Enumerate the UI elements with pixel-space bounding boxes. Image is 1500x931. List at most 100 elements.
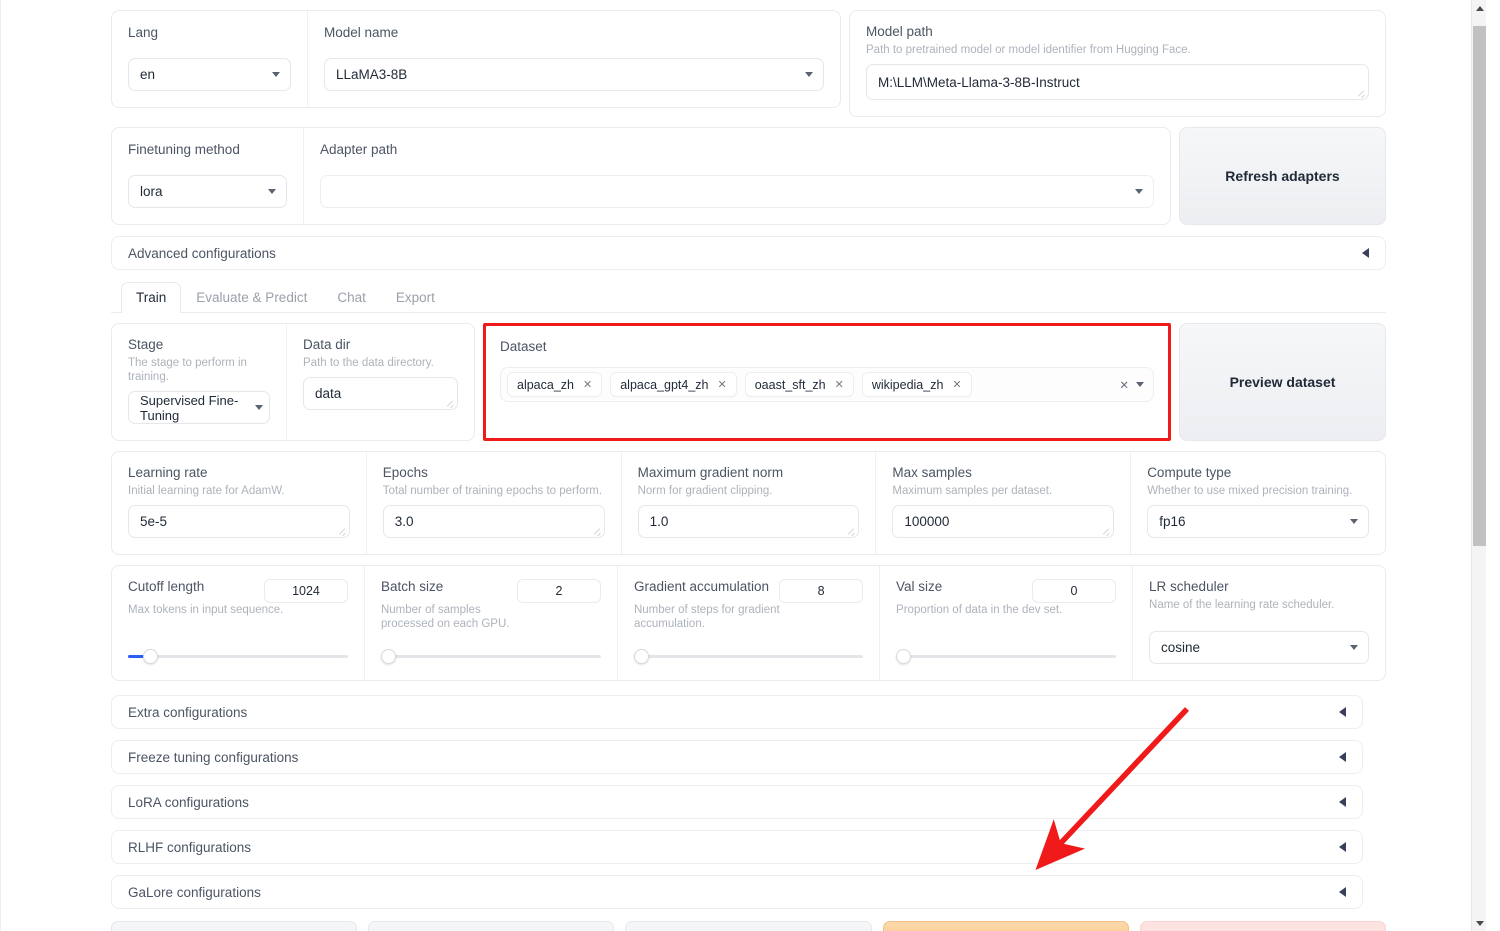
chevron-left-icon [1339,887,1346,897]
remove-tag-icon[interactable]: ✕ [718,378,727,391]
model-row: Lang en Model name LLaMA3-8B Model path … [111,10,1386,117]
model-path-hint: Path to pretrained model or model identi… [866,44,1191,56]
galore-configurations-accordion[interactable]: GaLore configurations [111,875,1363,909]
val-size-hint: Proportion of data in the dev set. [896,604,1063,616]
clear-all-icon[interactable]: ✕ [1119,378,1129,392]
resize-grip-icon[interactable] [337,526,346,535]
max-samples-value: 100000 [904,514,950,529]
dataset-tag[interactable]: oaast_sft_zh ✕ [744,372,854,397]
resize-grip-icon[interactable] [1356,88,1365,97]
lora-configurations-label: LoRA configurations [128,794,249,810]
gradient-accumulation-slider[interactable] [633,648,864,664]
model-path-label: Model path [866,24,933,39]
dataset-tag-label: oaast_sft_zh [754,377,826,392]
resize-grip-icon[interactable] [592,526,601,535]
slider-thumb[interactable] [633,649,649,664]
stage-hint: The stage to perform in training. [128,357,247,383]
slider-thumb[interactable] [380,649,396,664]
tab-chat[interactable]: Chat [322,282,381,313]
max-samples-cell: Max samples Maximum samples per dataset.… [876,452,1132,554]
resize-grip-icon[interactable] [1101,526,1110,535]
lang-select[interactable]: en [128,58,291,91]
epochs-hint: Total number of training epochs to perfo… [382,485,603,497]
extra-configurations-accordion[interactable]: Extra configurations [111,695,1363,729]
val-size-slider[interactable] [896,648,1117,664]
dataset-tag[interactable]: alpaca_gpt4_zh ✕ [610,372,737,397]
epochs-input[interactable]: 3.0 [382,505,605,538]
dataset-tag-label: alpaca_gpt4_zh [620,377,709,392]
model-name-select[interactable]: LLaMA3-8B [324,58,824,91]
learning-rate-cell: Learning rate Initial learning rate for … [112,452,367,554]
start-button[interactable]: Start [882,921,1129,931]
compute-type-select[interactable]: fp16 [1147,505,1369,538]
rlhf-configurations-accordion[interactable]: RLHF configurations [111,830,1363,864]
preview-command-button[interactable]: Preview command [111,921,358,931]
max-samples-label: Max samples [892,465,972,480]
dataset-highlight-box: Dataset alpaca_zh ✕ alpaca_gpt4_zh ✕ oaa… [483,323,1171,441]
resize-grip-icon[interactable] [846,526,855,535]
batch-size-number-input[interactable]: 2 [516,579,601,603]
galore-configurations-label: GaLore configurations [128,884,261,900]
batch-size-hint: Number of samples processed on each GPU. [380,604,510,630]
finetuning-method-value: lora [140,184,163,199]
cutoff-length-number-input[interactable]: 1024 [263,579,348,603]
preview-dataset-button[interactable]: Preview dataset [1179,323,1386,441]
batch-size-label: Batch size [380,579,444,594]
freeze-tuning-configurations-accordion[interactable]: Freeze tuning configurations [111,740,1363,774]
cutoff-length-slider[interactable] [128,648,348,664]
remove-tag-icon[interactable]: ✕ [952,378,961,391]
model-path-value: M:\LLM\Meta-Llama-3-8B-Instruct [878,74,1080,90]
finetuning-method-select[interactable]: lora [128,175,287,208]
resize-grip-icon[interactable] [445,398,454,407]
tab-evaluate-predict[interactable]: Evaluate & Predict [181,282,322,313]
load-arguments-button[interactable]: Load arguments [625,921,872,931]
cutoff-length-hint: Max tokens in input sequence. [128,604,284,616]
tab-export[interactable]: Export [381,282,450,313]
lr-scheduler-select[interactable]: cosine [1149,631,1370,664]
stage-select[interactable]: Supervised Fine-Tuning [128,391,270,424]
val-size-number-input[interactable]: 0 [1032,579,1117,603]
tab-train[interactable]: Train [121,282,182,313]
vertical-scrollbar[interactable] [1471,0,1486,931]
learning-rate-input[interactable]: 5e-5 [128,505,350,538]
slider-thumb[interactable] [143,649,159,664]
gradient-accumulation-hint: Number of steps for gradient accumulatio… [633,604,780,630]
max-samples-input[interactable]: 100000 [892,505,1115,538]
stage-cell: Stage The stage to perform in training. … [112,324,287,440]
val-size-label: Val size [896,579,943,594]
chevron-down-icon[interactable] [1136,382,1144,387]
advanced-configurations-accordion[interactable]: Advanced configurations [111,236,1386,270]
data-dir-hint: Path to the data directory. [303,357,434,369]
adapter-path-label: Adapter path [320,142,398,157]
dataset-tag[interactable]: wikipedia_zh ✕ [861,372,972,397]
learning-rate-hint: Initial learning rate for AdamW. [128,485,285,497]
max-grad-norm-input[interactable]: 1.0 [637,505,860,538]
remove-tag-icon[interactable]: ✕ [583,378,592,391]
scroll-up-arrow-icon[interactable] [1472,0,1486,16]
data-dir-input[interactable]: data [303,377,458,410]
dataset-label: Dataset [500,339,547,354]
remove-tag-icon[interactable]: ✕ [835,378,844,391]
scroll-down-arrow-icon[interactable] [1472,915,1486,931]
adapter-path-select[interactable] [320,175,1154,208]
model-name-cell: Model name LLaMA3-8B [308,11,840,107]
scrollbar-thumb[interactable] [1473,26,1486,546]
gradient-accumulation-number-input[interactable]: 8 [779,579,864,603]
dataset-tag[interactable]: alpaca_zh ✕ [507,372,603,397]
slider-thumb[interactable] [896,649,912,664]
data-dir-value: data [315,386,342,401]
dataset-tag-field[interactable]: alpaca_zh ✕ alpaca_gpt4_zh ✕ oaast_sft_z… [500,367,1154,402]
batch-size-slider[interactable] [380,648,601,664]
slider-track [128,655,348,658]
lora-configurations-accordion[interactable]: LoRA configurations [111,785,1363,819]
refresh-adapters-button[interactable]: Refresh adapters [1179,127,1386,225]
save-arguments-button[interactable]: Save arguments [368,921,615,931]
chevron-down-icon [805,72,813,77]
advanced-configurations-label: Advanced configurations [128,245,276,261]
data-dir-cell: Data dir Path to the data directory. dat… [287,324,474,440]
model-path-input[interactable]: M:\LLM\Meta-Llama-3-8B-Instruct [866,64,1369,100]
settings-content: Lang en Model name LLaMA3-8B Model path … [111,10,1387,931]
abort-button[interactable]: Abort [1139,921,1387,931]
compute-type-hint: Whether to use mixed precision training. [1147,485,1353,497]
chevron-down-icon [272,72,280,77]
